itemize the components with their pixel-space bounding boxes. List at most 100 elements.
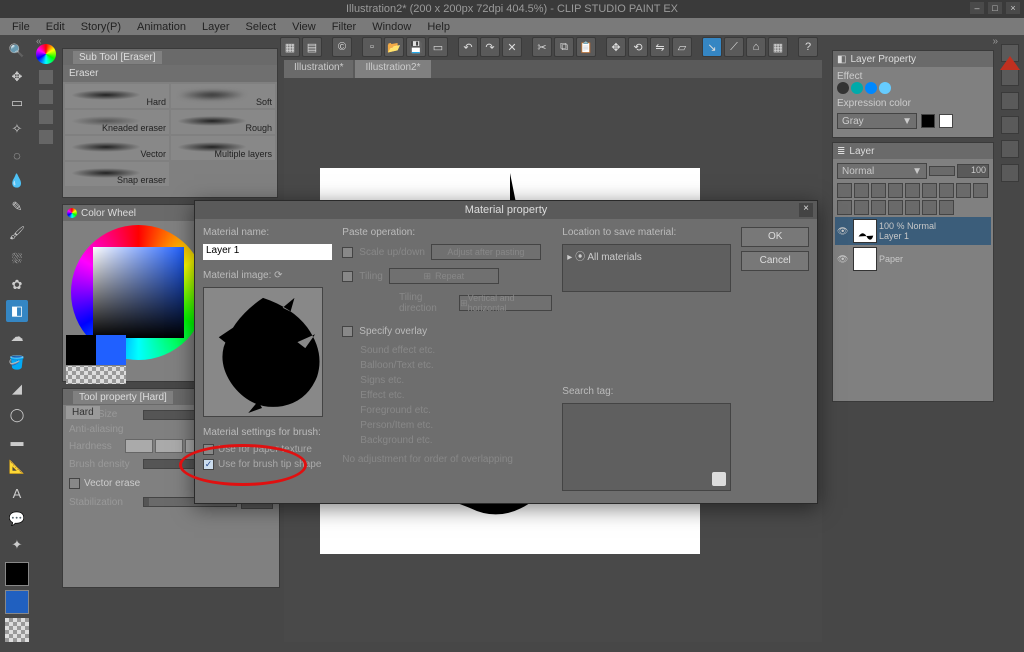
doc-icon[interactable]: ▭ [428, 37, 448, 57]
layer-row-paper[interactable]: 👁 Paper [835, 245, 991, 273]
visibility-icon[interactable]: 👁 [837, 226, 851, 237]
cut-icon[interactable]: ✂ [532, 37, 552, 57]
clear-icon[interactable]: ✕ [502, 37, 522, 57]
overlay-checkbox[interactable] [342, 326, 353, 337]
brush-icon[interactable]: 🖌 [6, 222, 28, 244]
layer-action-icon[interactable] [854, 200, 869, 215]
marquee-icon[interactable]: ▭ [6, 92, 28, 114]
swirl-icon[interactable]: © [332, 37, 352, 57]
text-icon[interactable]: A [6, 482, 28, 504]
eyedropper-icon[interactable]: 💧 [6, 170, 28, 192]
undo-icon[interactable]: ↶ [458, 37, 478, 57]
layer-action-icon[interactable] [939, 200, 954, 215]
direction-dropdown[interactable]: ⊞ Vertical and horizontal [459, 295, 552, 311]
menu-view[interactable]: View [284, 19, 324, 35]
use-paper-checkbox[interactable] [203, 444, 214, 455]
grid-icon[interactable]: ▦ [280, 37, 300, 57]
use-brush-checkbox[interactable]: ✓ [203, 459, 214, 470]
opacity-slider[interactable] [929, 166, 955, 176]
blend-icon[interactable]: ☁ [6, 326, 28, 348]
menu-filter[interactable]: Filter [324, 19, 364, 35]
materialname-input[interactable]: Layer 1 [203, 244, 332, 260]
layer-action-icon[interactable] [956, 183, 971, 198]
color-square[interactable] [93, 247, 184, 338]
menu-story[interactable]: Story(P) [73, 19, 129, 35]
qa-icon[interactable] [39, 70, 53, 84]
balloon-icon[interactable]: 💬 [6, 508, 28, 530]
cancel-button[interactable]: Cancel [741, 251, 809, 271]
subtool-tab[interactable]: Sub Tool [Eraser] [73, 51, 162, 64]
effect-buttons[interactable] [837, 82, 989, 94]
arrange-icon[interactable]: ▤ [302, 37, 322, 57]
clipstudio-icon[interactable] [1000, 56, 1020, 70]
repeat-dropdown[interactable]: ⊞Repeat [389, 268, 499, 284]
new-icon[interactable]: ▫ [362, 37, 382, 57]
menu-select[interactable]: Select [238, 19, 285, 35]
fill-icon[interactable]: 🪣 [6, 352, 28, 374]
dock-icon[interactable] [1001, 140, 1019, 158]
layer-action-icon[interactable] [837, 200, 852, 215]
menu-edit[interactable]: Edit [38, 19, 73, 35]
expr-black[interactable] [921, 114, 935, 128]
location-tree[interactable]: ▸ ⦿ All materials [562, 244, 731, 292]
dock-icon[interactable] [1001, 116, 1019, 134]
layer-action-icon[interactable] [905, 183, 920, 198]
colorset-icon[interactable] [36, 44, 56, 64]
layer-action-icon[interactable] [888, 200, 903, 215]
transparent-indicator[interactable] [66, 366, 126, 384]
layer-action-icon[interactable] [871, 200, 886, 215]
move-icon[interactable]: ✥ [606, 37, 626, 57]
wand-icon[interactable]: ✧ [6, 118, 28, 140]
lasso-icon[interactable]: ◌ [6, 144, 28, 166]
layer-action-icon[interactable] [973, 183, 988, 198]
layer-action-icon[interactable] [939, 183, 954, 198]
airbrush-icon[interactable]: ⛆ [6, 248, 28, 270]
layer-action-icon[interactable] [905, 200, 920, 215]
dialog-close-icon[interactable]: × [799, 203, 813, 217]
doc-tab-2[interactable]: Illustration2* [355, 60, 430, 78]
scale-checkbox[interactable] [342, 247, 353, 258]
menu-window[interactable]: Window [364, 19, 419, 35]
layer-action-icon[interactable] [922, 183, 937, 198]
figure-icon[interactable]: ◯ [6, 404, 28, 426]
decoration-icon[interactable]: ✿ [6, 274, 28, 296]
open-icon[interactable]: 📂 [384, 37, 404, 57]
menu-help[interactable]: Help [419, 19, 458, 35]
main-color[interactable] [66, 335, 96, 365]
brush-soft[interactable]: Soft [171, 84, 275, 108]
snap-icon[interactable]: ↘ [702, 37, 722, 57]
sub-color[interactable] [96, 335, 126, 365]
grid2-icon[interactable]: ▦ [768, 37, 788, 57]
pen-icon[interactable]: ✎ [6, 196, 28, 218]
qa-icon[interactable] [39, 110, 53, 124]
menu-layer[interactable]: Layer [194, 19, 238, 35]
expr-white[interactable] [939, 114, 953, 128]
magnifier-icon[interactable]: 🔍 [6, 40, 28, 62]
ruler-icon[interactable]: ⟋ [724, 37, 744, 57]
correct-icon[interactable]: ✦ [6, 534, 28, 556]
blendmode-dropdown[interactable]: Normal▼ [837, 163, 927, 179]
ok-button[interactable]: OK [741, 227, 809, 247]
dock-icon[interactable] [1001, 68, 1019, 86]
menu-animation[interactable]: Animation [129, 19, 194, 35]
ruler2-icon[interactable]: 📐 [6, 456, 28, 478]
perspective-icon[interactable]: ⌂ [746, 37, 766, 57]
layer-action-icon[interactable] [837, 183, 852, 198]
menu-file[interactable]: File [4, 19, 38, 35]
background-color[interactable] [5, 590, 29, 614]
copy-icon[interactable]: ⧉ [554, 37, 574, 57]
minimize-button[interactable]: – [970, 2, 984, 14]
dock-icon[interactable] [1001, 92, 1019, 110]
expression-dropdown[interactable]: Gray▼ [837, 113, 917, 129]
maximize-button[interactable]: □ [988, 2, 1002, 14]
layer-row-layer1[interactable]: 👁 100 % Normal Layer 1 [835, 217, 991, 245]
save-icon[interactable]: 💾 [406, 37, 426, 57]
rotate-icon[interactable]: ⟲ [628, 37, 648, 57]
brush-rough[interactable]: Rough [171, 110, 275, 134]
help-icon[interactable]: ? [798, 37, 818, 57]
brush-multiple[interactable]: Multiple layers [171, 136, 275, 160]
redo-icon[interactable]: ↷ [480, 37, 500, 57]
frame-icon[interactable]: ▬ [6, 430, 28, 452]
add-tag-icon[interactable] [712, 472, 726, 486]
layer-action-icon[interactable] [854, 183, 869, 198]
